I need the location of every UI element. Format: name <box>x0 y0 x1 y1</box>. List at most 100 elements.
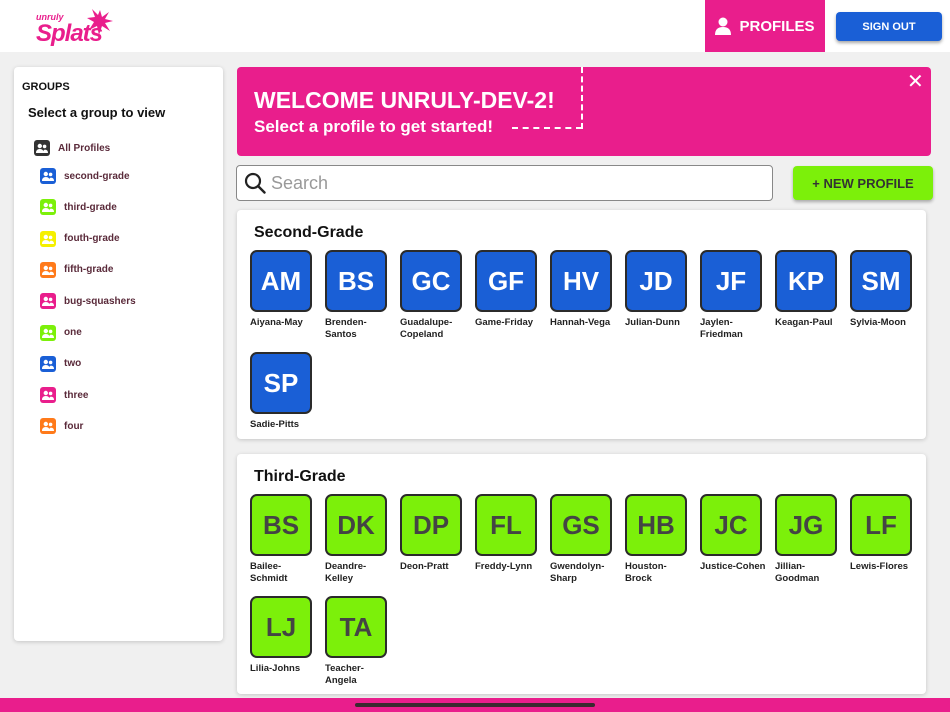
sidebar-item-label: four <box>64 420 84 432</box>
group-icon <box>40 355 56 372</box>
group-title: Second-Grade <box>254 224 364 241</box>
profile-avatar[interactable]: SM <box>850 250 912 312</box>
profile-card[interactable]: JD Julian-Dunn <box>625 250 695 329</box>
profile-card[interactable]: TA Teacher-Angela <box>325 596 395 686</box>
sidebar-item-label: fouth-grade <box>64 233 120 245</box>
profile-avatar[interactable]: JG <box>775 494 837 556</box>
profile-card[interactable]: KP Keagan-Paul <box>775 250 845 329</box>
profile-card[interactable]: JF Jaylen-Friedman <box>700 250 770 340</box>
profile-name: Gwendolyn-Sharp <box>550 561 605 584</box>
profile-card[interactable]: HB Houston-Brock <box>625 494 695 584</box>
sidebar-item-four[interactable]: four <box>40 418 84 435</box>
welcome-banner: WELCOME UNRULY-DEV-2! Select a profile t… <box>237 67 931 156</box>
profile-avatar[interactable]: DP <box>400 494 462 556</box>
profile-avatar[interactable]: FL <box>475 494 537 556</box>
profile-card[interactable]: BS Brenden-Santos <box>325 250 395 340</box>
profile-card[interactable]: SP Sadie-Pitts <box>250 352 320 431</box>
profile-avatar[interactable]: JF <box>700 250 762 312</box>
profiles-tab[interactable]: PROFILES <box>705 0 825 52</box>
sidebar-item-fifth-grade[interactable]: fifth-grade <box>40 261 113 278</box>
banner-title: WELCOME UNRULY-DEV-2! <box>254 87 555 113</box>
sidebar-item-one[interactable]: one <box>40 324 82 341</box>
profile-avatar[interactable]: LJ <box>250 596 312 658</box>
group-icon <box>40 387 56 404</box>
sidebar-item-bug-squashers[interactable]: bug-squashers <box>40 293 136 310</box>
profile-name: Sylvia-Moon <box>850 317 906 328</box>
group-icon <box>40 324 56 341</box>
profile-name: Game-Friday <box>475 317 534 328</box>
app-header: unruly Splats PROFILES SIGN OUT <box>0 0 950 52</box>
close-icon[interactable]: ✕ <box>907 69 924 94</box>
profile-card[interactable]: DK Deandre-Kelley <box>325 494 395 584</box>
app-logo[interactable]: unruly Splats <box>34 6 114 48</box>
new-profile-button[interactable]: + NEW PROFILE <box>793 166 933 200</box>
profile-avatar[interactable]: HB <box>625 494 687 556</box>
profile-name: Lewis-Flores <box>850 561 909 572</box>
profile-card[interactable]: FL Freddy-Lynn <box>475 494 545 573</box>
group-icon <box>40 261 56 278</box>
profile-card[interactable]: AM Aiyana-May <box>250 250 320 329</box>
profile-name: Julian-Dunn <box>625 317 680 328</box>
profile-card[interactable]: BS Bailee-Schmidt <box>250 494 320 584</box>
profile-card[interactable]: JG Jillian-Goodman <box>775 494 845 584</box>
profile-avatar[interactable]: BS <box>325 250 387 312</box>
sidebar-item-label: three <box>64 389 89 401</box>
profile-card[interactable]: SM Sylvia-Moon <box>850 250 920 329</box>
home-indicator[interactable] <box>355 703 595 707</box>
profile-name: Deon-Pratt <box>400 561 449 572</box>
profile-avatar[interactable]: KP <box>775 250 837 312</box>
sidebar-item-third-grade[interactable]: third-grade <box>40 199 117 216</box>
splat-icon <box>87 9 113 35</box>
profiles-label: PROFILES <box>739 17 815 35</box>
profile-name: Keagan-Paul <box>775 317 833 328</box>
profile-card[interactable]: GC Guadalupe-Copeland <box>400 250 470 340</box>
profile-avatar[interactable]: GC <box>400 250 462 312</box>
profile-avatar[interactable]: SP <box>250 352 312 414</box>
profile-avatar[interactable]: GS <box>550 494 612 556</box>
profile-avatar[interactable]: AM <box>250 250 312 312</box>
profile-avatar[interactable]: JD <box>625 250 687 312</box>
profile-card[interactable]: GF Game-Friday <box>475 250 545 329</box>
profile-avatar[interactable]: HV <box>550 250 612 312</box>
select-group-label: Select a group to view <box>28 105 166 120</box>
profile-name: Sadie-Pitts <box>250 419 300 430</box>
profile-card[interactable]: DP Deon-Pratt <box>400 494 470 573</box>
profile-card[interactable]: JC Justice-Cohen <box>700 494 770 573</box>
sidebar-item-label: third-grade <box>64 201 117 213</box>
dashed-line-vertical <box>581 67 583 129</box>
profile-card[interactable]: GS Gwendolyn-Sharp <box>550 494 620 584</box>
group-icon <box>40 418 56 435</box>
user-icon <box>715 17 732 35</box>
banner-subtitle: Select a profile to get started! <box>254 117 493 136</box>
dashed-line-horizontal <box>512 127 582 129</box>
profile-card[interactable]: HV Hannah-Vega <box>550 250 620 329</box>
profile-name: Hannah-Vega <box>550 317 611 328</box>
profile-avatar[interactable]: LF <box>850 494 912 556</box>
profile-name: Guadalupe-Copeland <box>400 317 453 340</box>
group-icon <box>40 168 56 184</box>
group-title: Third-Grade <box>254 468 346 485</box>
profile-avatar[interactable]: BS <box>250 494 312 556</box>
sidebar-item-two[interactable]: two <box>40 355 82 372</box>
group-icon <box>40 230 56 247</box>
profile-avatar[interactable]: GF <box>475 250 537 312</box>
profile-name: Brenden-Santos <box>325 317 367 340</box>
sidebar-item-all-profiles[interactable]: All Profiles <box>34 140 110 156</box>
search-input[interactable] <box>271 170 761 196</box>
sidebar-item-label: second-grade <box>64 170 130 182</box>
profile-card[interactable]: LJ Lilia-Johns <box>250 596 320 675</box>
profile-name: Lilia-Johns <box>250 663 301 674</box>
profile-avatar[interactable]: TA <box>325 596 387 658</box>
sidebar-item-label: two <box>64 358 82 370</box>
sidebar-item-three[interactable]: three <box>40 387 89 404</box>
profile-avatar[interactable]: DK <box>325 494 387 556</box>
profile-name: Aiyana-May <box>250 317 303 328</box>
groups-sidebar: GROUPS Select a group to view All Profil… <box>14 67 223 641</box>
sidebar-item-fouth-grade[interactable]: fouth-grade <box>40 230 120 247</box>
profile-avatar[interactable]: JC <box>700 494 762 556</box>
profile-card[interactable]: LF Lewis-Flores <box>850 494 920 573</box>
profile-name: Deandre-Kelley <box>325 561 367 584</box>
sign-out-button[interactable]: SIGN OUT <box>836 12 942 41</box>
sidebar-item-second-grade[interactable]: second-grade <box>40 168 130 184</box>
search-icon <box>244 172 266 194</box>
